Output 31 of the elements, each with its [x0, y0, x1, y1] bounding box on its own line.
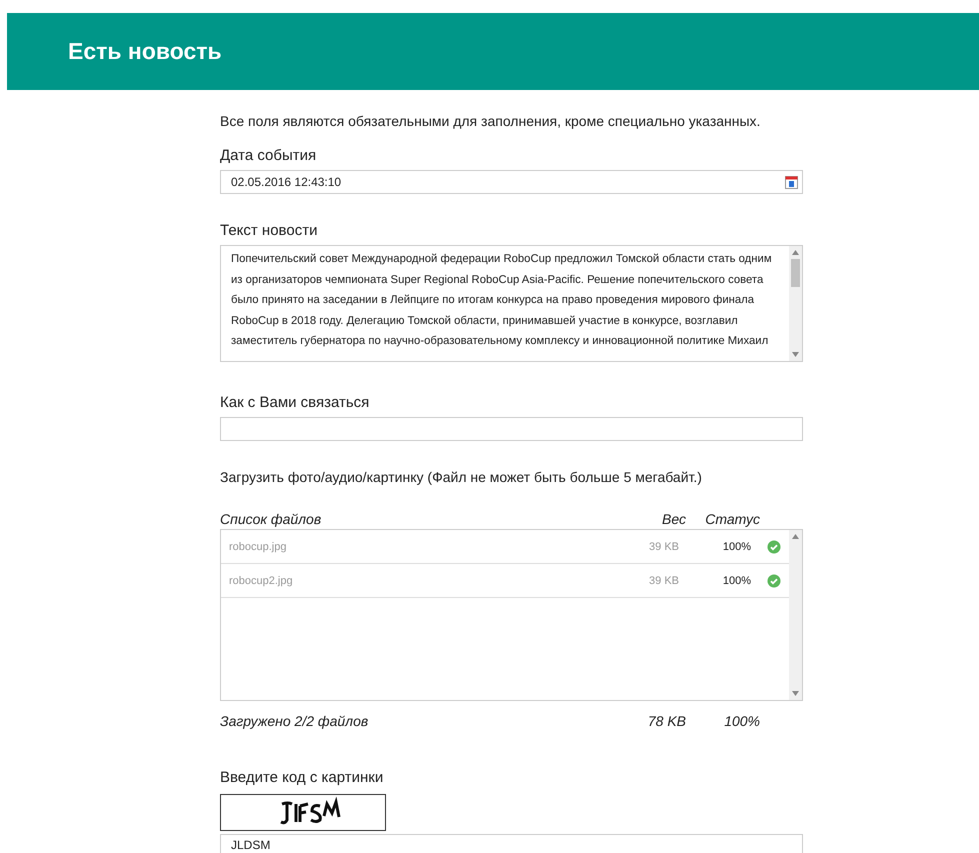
scrollbar[interactable]	[789, 246, 802, 361]
scroll-up-icon[interactable]	[792, 534, 799, 539]
news-textarea[interactable]: Попечительский совет Международной федерации RoboCup предложил Томской области стать одним из организаторов чемпионата Super Regional RoboCup Asia-Pacific. Решение попечительского совета было принято на заседании в Лейпциге по итогам конкурса на право проведения мирового финала RoboCup в 2018 году. Делегацию Томской области, принимавшей участие в конкурсе, возглавил заместитель губернатора по научно-образовательному комплексу и инновационной политике Михаил	[220, 245, 803, 362]
field-label: Как с Вами связаться	[220, 394, 370, 411]
scrollbar[interactable]	[789, 530, 802, 700]
upload-summary: Загружено 2/2 файлов	[220, 713, 370, 729]
file-status-percent: 100%	[722, 574, 751, 586]
file-name: robocup.jpg	[228, 540, 288, 552]
total-size: 78 KB	[646, 713, 686, 729]
captcha-field[interactable]: JLDSM	[220, 834, 803, 853]
instruction-text: Все поля являются обязательными для заполнения, кроме специально указанных.	[220, 113, 762, 129]
total-percent: 100%	[723, 713, 761, 729]
scroll-down-icon[interactable]	[792, 352, 799, 357]
column-header: Вес	[661, 511, 686, 527]
calendar-icon[interactable]	[785, 176, 798, 188]
contact-field[interactable]	[220, 417, 803, 441]
column-header: Статус	[704, 511, 761, 527]
scroll-thumb[interactable]	[791, 259, 800, 287]
scroll-up-icon[interactable]	[792, 250, 799, 255]
file-size: 39 KB	[648, 540, 679, 552]
field-label: Дата события	[220, 147, 318, 164]
field-label: Введите код с картинки	[220, 769, 384, 786]
file-status-percent: 100%	[722, 540, 751, 552]
field-label: Текст новости	[220, 222, 318, 239]
file-size: 39 KB	[648, 574, 679, 586]
date-field[interactable]: 02.05.2016 12:43:10	[220, 170, 803, 194]
column-header: Список файлов	[220, 511, 322, 527]
scroll-down-icon[interactable]	[792, 691, 799, 696]
page-title: Есть новость	[68, 38, 222, 65]
file-name: robocup2.jpg	[228, 574, 294, 586]
upload-note: Загрузить фото/аудио/картинку (Файл не может быть больше 5 мегабайт.)	[220, 469, 703, 485]
